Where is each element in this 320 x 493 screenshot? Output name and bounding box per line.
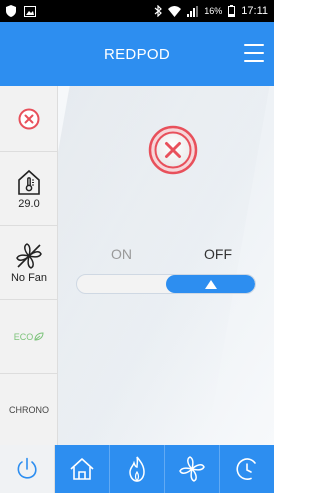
sidebar-item-eco[interactable]: ECO [0, 300, 58, 374]
flame-icon [129, 456, 145, 482]
status-right: 16% 17:11 [154, 5, 268, 17]
fan-icon [16, 242, 42, 269]
power-icon [17, 457, 37, 479]
status-time: 17:11 [241, 5, 268, 17]
power-toggle[interactable] [76, 274, 256, 294]
tab-clock[interactable] [220, 445, 274, 493]
error-icon [18, 108, 40, 129]
sidebar-item-error[interactable] [0, 86, 58, 152]
house-thermometer-icon [18, 169, 40, 195]
eco-label: ECO [13, 331, 34, 342]
eco-group: ECO [14, 332, 45, 342]
error-status-icon [148, 125, 198, 175]
wifi-icon [168, 5, 182, 17]
temperature-value: 29.0 [18, 197, 40, 210]
menu-bar [244, 52, 264, 54]
tab-home[interactable] [55, 445, 110, 493]
sidebar-item-chrono[interactable]: CHRONO [0, 374, 58, 445]
clock-icon [236, 458, 256, 480]
leaf-icon [34, 332, 44, 341]
image-icon [24, 5, 36, 17]
battery-percent: 16% [204, 6, 223, 16]
off-label: OFF [204, 246, 232, 262]
tab-flame[interactable] [110, 445, 165, 493]
status-left [6, 5, 36, 17]
chrono-label: CHRONO [9, 404, 49, 415]
tab-fan[interactable] [165, 445, 220, 493]
fan-icon [179, 456, 205, 482]
sidebar-item-fan[interactable]: No Fan [0, 226, 58, 300]
bluetooth-icon [154, 5, 163, 17]
main-panel: ON OFF [58, 86, 274, 445]
status-bar: 16% 17:11 [0, 0, 274, 22]
menu-button[interactable] [244, 44, 264, 62]
app-bar: REDPOD [0, 22, 274, 86]
menu-bar [244, 60, 264, 62]
sidebar-item-temperature[interactable]: 29.0 [0, 152, 58, 226]
menu-bar [244, 44, 264, 46]
shield-icon [6, 5, 16, 17]
bottom-tab-bar [0, 445, 274, 493]
battery-icon [228, 5, 236, 17]
triangle-up-icon [204, 279, 217, 289]
app-title: REDPOD [104, 45, 170, 63]
home-icon [70, 458, 94, 480]
signal-icon [187, 5, 199, 17]
fan-label: No Fan [10, 271, 48, 284]
toggle-handle[interactable] [166, 275, 255, 293]
tab-power[interactable] [0, 445, 55, 493]
on-label: ON [111, 246, 132, 262]
sidebar: 29.0 No Fan ECO CHRONO [0, 86, 58, 445]
